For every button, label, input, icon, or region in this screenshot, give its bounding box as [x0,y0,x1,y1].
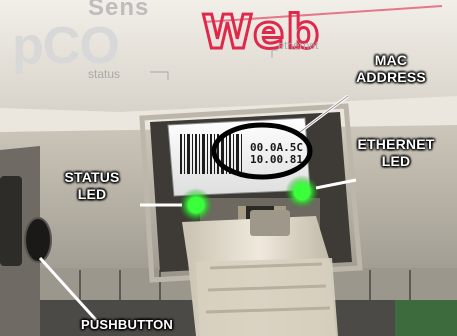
ethernet-led-label-line2: LED [381,153,411,169]
cable-tab [250,210,290,236]
left-recess [0,176,22,266]
annotated-device-photo: Web Sens pCO status ethernet 00.0A.5C 10… [0,0,457,336]
terminal-green [395,300,457,336]
logo-web-text: Web [202,5,321,59]
ethernet-led-label-line1: ETHERNET [357,136,435,152]
mac-address-label: MAC ADDRESS [346,52,436,86]
pushbutton-label: PUSHBUTTON [80,317,174,332]
ethernet-led [294,184,310,200]
cable-boot [196,258,338,336]
mac-address-label-line2: ADDRESS [356,69,426,85]
mac-address-label-line1: MAC [374,52,408,68]
status-led-label: STATUS LED [44,169,140,203]
status-led-label-line2: LED [77,186,107,202]
ethernet-led-label: ETHERNET LED [340,136,452,170]
status-led [188,197,204,213]
status-led-label-line1: STATUS [64,169,120,185]
